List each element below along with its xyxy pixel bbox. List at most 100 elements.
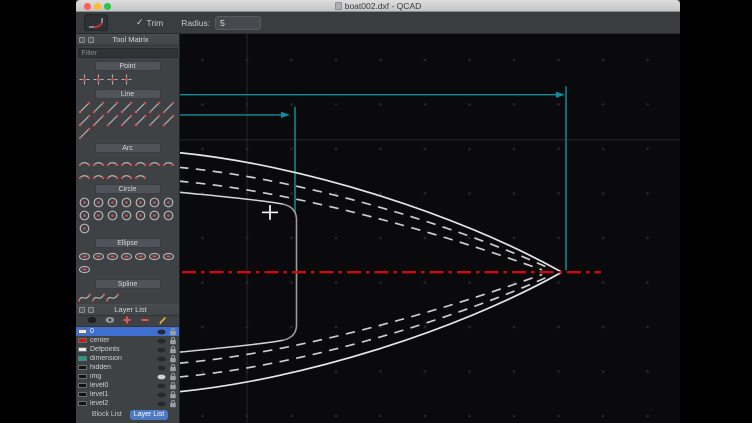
line-tool-icon[interactable]	[119, 114, 133, 127]
layer-lock-icon[interactable]	[169, 391, 177, 399]
layer-row[interactable]: Defpoints	[76, 345, 179, 354]
layer-row[interactable]: hidden	[76, 363, 179, 372]
arc-tool-icon[interactable]	[119, 168, 133, 181]
layer-row[interactable]: center	[76, 336, 179, 345]
circle-tool-icon[interactable]	[91, 196, 105, 209]
circle-tool-icon[interactable]	[77, 222, 91, 235]
point-tool-icon[interactable]	[77, 73, 91, 86]
point-tool-icon[interactable]	[119, 73, 133, 86]
arc-tool-icon[interactable]	[91, 168, 105, 181]
line-tool-icon[interactable]	[133, 101, 147, 114]
arc-tool-icon[interactable]	[147, 155, 161, 168]
line-tool-icon[interactable]	[77, 101, 91, 114]
layer-row[interactable]: 0	[76, 327, 179, 336]
line-tool-icon[interactable]	[119, 101, 133, 114]
section-header-spline[interactable]: Spline	[95, 279, 161, 289]
zoom-window-button[interactable]	[104, 3, 111, 10]
circle-tool-icon[interactable]	[147, 209, 161, 222]
ellipse-tool-icon[interactable]	[77, 250, 91, 263]
line-tool-icon[interactable]	[161, 101, 175, 114]
layer-lock-icon[interactable]	[169, 337, 177, 345]
line-tool-icon[interactable]	[91, 101, 105, 114]
layer-visibility-eye-icon[interactable]	[157, 365, 166, 371]
arc-tool-icon[interactable]	[133, 168, 147, 181]
circle-tool-icon[interactable]	[133, 196, 147, 209]
line-tool-icon[interactable]	[105, 101, 119, 114]
section-header-circle[interactable]: Circle	[95, 184, 161, 194]
spline-tool-icon[interactable]	[91, 291, 105, 304]
line-tool-icon[interactable]	[77, 127, 91, 140]
layer-visibility-eye-icon[interactable]	[157, 383, 166, 389]
fillet-tool-button[interactable]	[84, 14, 108, 31]
line-tool-icon[interactable]	[133, 114, 147, 127]
layer-lock-icon[interactable]	[169, 364, 177, 372]
layer-visibility-eye-icon[interactable]	[157, 392, 166, 398]
section-header-line[interactable]: Line	[95, 89, 161, 99]
line-tool-icon[interactable]	[77, 114, 91, 127]
circle-tool-icon[interactable]	[161, 209, 175, 222]
layer-visibility-eye-icon[interactable]	[157, 329, 166, 335]
circle-tool-icon[interactable]	[91, 209, 105, 222]
circle-tool-icon[interactable]	[133, 209, 147, 222]
layer-row[interactable]: img	[76, 372, 179, 381]
ellipse-tool-icon[interactable]	[77, 263, 91, 276]
arc-tool-icon[interactable]	[105, 155, 119, 168]
circle-tool-icon[interactable]	[119, 196, 133, 209]
circle-tool-icon[interactable]	[105, 196, 119, 209]
edit-layer-button[interactable]	[159, 312, 168, 330]
layer-lock-icon[interactable]	[169, 373, 177, 381]
float-panel-icon[interactable]	[79, 37, 85, 43]
arc-tool-icon[interactable]	[77, 168, 91, 181]
ellipse-tool-icon[interactable]	[147, 250, 161, 263]
ellipse-tool-icon[interactable]	[133, 250, 147, 263]
arc-tool-icon[interactable]	[119, 155, 133, 168]
arc-tool-icon[interactable]	[161, 155, 175, 168]
spline-tool-icon[interactable]	[77, 291, 91, 304]
tool-filter-input[interactable]	[78, 48, 178, 58]
close-window-button[interactable]	[84, 3, 91, 10]
dimension-lines[interactable]	[180, 86, 566, 270]
float-panel-icon[interactable]	[79, 307, 85, 313]
arc-tool-icon[interactable]	[105, 168, 119, 181]
ellipse-tool-icon[interactable]	[105, 250, 119, 263]
line-tool-icon[interactable]	[91, 114, 105, 127]
arc-tool-icon[interactable]	[91, 155, 105, 168]
spline-tool-icon[interactable]	[105, 291, 119, 304]
section-header-ellipse[interactable]: Ellipse	[95, 238, 161, 248]
radius-input[interactable]	[215, 16, 261, 30]
drawing-canvas[interactable]	[180, 34, 680, 423]
section-header-arc[interactable]: Arc	[95, 143, 161, 153]
circle-tool-icon[interactable]	[119, 209, 133, 222]
line-tool-icon[interactable]	[161, 114, 175, 127]
layer-visibility-eye-icon[interactable]	[157, 338, 166, 344]
line-tool-icon[interactable]	[105, 114, 119, 127]
layer-lock-icon[interactable]	[169, 328, 177, 336]
layer-lock-icon[interactable]	[169, 400, 177, 408]
point-tool-icon[interactable]	[105, 73, 119, 86]
circle-tool-icon[interactable]	[77, 209, 91, 222]
layer-visibility-eye-icon[interactable]	[157, 374, 166, 380]
tab-block-list[interactable]: Block List	[88, 410, 126, 420]
section-header-point[interactable]: Point	[95, 61, 161, 71]
ellipse-tool-icon[interactable]	[119, 250, 133, 263]
tab-layer-list[interactable]: Layer List	[130, 410, 168, 420]
circle-tool-icon[interactable]	[77, 196, 91, 209]
circle-tool-icon[interactable]	[105, 209, 119, 222]
trim-checkbox[interactable]: ✓ Trim	[136, 17, 163, 28]
circle-tool-icon[interactable]	[161, 196, 175, 209]
line-tool-icon[interactable]	[147, 101, 161, 114]
point-tool-icon[interactable]	[91, 73, 105, 86]
circle-tool-icon[interactable]	[147, 196, 161, 209]
layer-row[interactable]: level1	[76, 390, 179, 399]
minimize-window-button[interactable]	[94, 3, 101, 10]
layer-lock-icon[interactable]	[169, 382, 177, 390]
arc-tool-icon[interactable]	[77, 155, 91, 168]
layer-visibility-eye-icon[interactable]	[157, 356, 166, 362]
layer-row[interactable]: level0	[76, 381, 179, 390]
layer-lock-icon[interactable]	[169, 355, 177, 363]
line-tool-icon[interactable]	[147, 114, 161, 127]
layer-row[interactable]: level2	[76, 399, 179, 408]
ellipse-tool-icon[interactable]	[91, 250, 105, 263]
ellipse-tool-icon[interactable]	[161, 250, 175, 263]
arc-tool-icon[interactable]	[133, 155, 147, 168]
